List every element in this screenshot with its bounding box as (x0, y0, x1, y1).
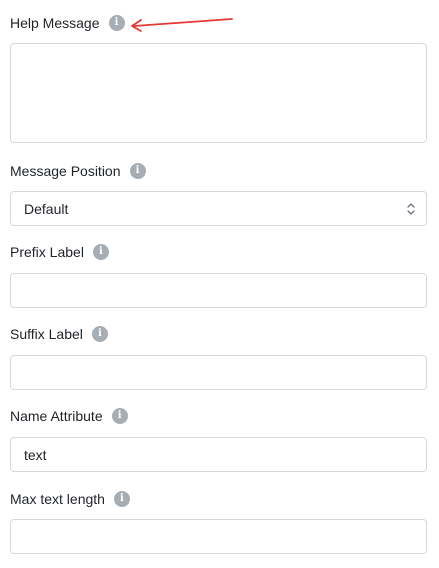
max-text-length-input[interactable] (10, 519, 427, 554)
max-text-length-label-row: Max text length i (10, 489, 130, 509)
prefix-label-info-icon[interactable]: i (92, 244, 109, 260)
prefix-label-input[interactable] (10, 273, 427, 308)
message-position-label: Message Position (10, 163, 121, 179)
help-message-label-row: Help Message i (10, 13, 125, 33)
suffix-label-info-icon[interactable]: i (91, 326, 108, 342)
chevron-up-down-icon (407, 202, 415, 215)
suffix-label-label: Suffix Label (10, 326, 83, 342)
suffix-label-label-row: Suffix Label i (10, 324, 108, 344)
name-attribute-label-row: Name Attribute i (10, 406, 128, 426)
message-position-info-icon[interactable]: i (129, 163, 146, 179)
max-text-length-info-icon[interactable]: i (113, 491, 130, 507)
help-message-textarea[interactable] (10, 43, 427, 143)
name-attribute-info-icon[interactable]: i (111, 408, 128, 424)
max-text-length-label: Max text length (10, 491, 105, 507)
suffix-label-input[interactable] (10, 355, 427, 390)
message-position-label-row: Message Position i (10, 161, 146, 181)
name-attribute-label: Name Attribute (10, 408, 103, 424)
prefix-label-label-row: Prefix Label i (10, 242, 109, 262)
annotation-arrow (131, 18, 233, 32)
help-message-label: Help Message (10, 15, 100, 31)
message-position-select[interactable]: Default (10, 191, 427, 226)
name-attribute-input[interactable] (10, 437, 427, 472)
message-position-selected-value: Default (24, 200, 69, 217)
help-message-info-icon[interactable]: i (108, 15, 125, 31)
prefix-label-label: Prefix Label (10, 244, 84, 260)
